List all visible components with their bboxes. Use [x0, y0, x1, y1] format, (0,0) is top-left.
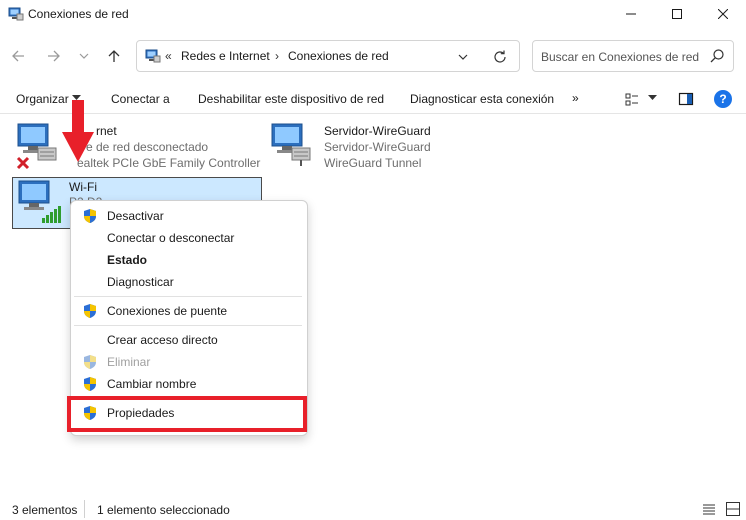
- connection-name: Servidor-WireGuard: [324, 124, 431, 138]
- menu-item-diagnosticar[interactable]: Diagnosticar: [74, 271, 302, 293]
- highlight-annotation: [67, 396, 307, 432]
- breadcrumb-overflow[interactable]: «: [165, 49, 172, 63]
- disconnected-x-icon: [16, 156, 30, 170]
- recent-locations-button[interactable]: [72, 44, 96, 68]
- disable-device-button[interactable]: Deshabilitar este dispositivo de red: [198, 92, 384, 106]
- preview-pane-icon[interactable]: [678, 91, 694, 107]
- breadcrumb-separator[interactable]: ›: [275, 49, 279, 63]
- connection-status: Servidor-WireGuard: [324, 140, 431, 154]
- menu-item-cambiar-nombre[interactable]: Cambiar nombre: [74, 373, 302, 395]
- status-divider: [84, 500, 85, 518]
- connection-adapter: WireGuard Tunnel: [324, 156, 422, 170]
- selection-count: 1 elemento seleccionado: [97, 503, 230, 517]
- item-count: 3 elementos: [12, 503, 78, 517]
- title-bar: Conexiones de red: [0, 0, 746, 28]
- arrow-up-icon: [108, 50, 120, 62]
- chevron-down-icon[interactable]: [455, 49, 471, 65]
- minimize-icon: [626, 13, 636, 15]
- close-button[interactable]: [700, 0, 746, 28]
- menu-item-label: Cambiar nombre: [107, 377, 197, 391]
- window-title: Conexiones de red: [28, 7, 129, 21]
- uac-shield-icon: [84, 377, 96, 391]
- diagnose-connection-button[interactable]: Diagnosticar esta conexión: [410, 92, 554, 106]
- refresh-icon[interactable]: [491, 48, 509, 66]
- breadcrumb-redes-internet[interactable]: Redes e Internet: [181, 49, 270, 63]
- network-folder-icon: [145, 49, 161, 63]
- command-bar: Organizar Conectar a Deshabilitar este d…: [0, 84, 746, 114]
- network-computer-icon: [271, 123, 311, 166]
- back-button[interactable]: [6, 44, 30, 68]
- menu-item-label: Conexiones de puente: [107, 304, 228, 318]
- menu-item-label: Crear acceso directo: [107, 333, 218, 347]
- uac-shield-icon: [84, 355, 96, 369]
- signal-bars-icon: [42, 206, 61, 223]
- connection-name: Wi-Fi: [69, 180, 97, 194]
- more-commands-button[interactable]: »: [572, 91, 579, 105]
- menu-item-label: Conectar o desconectar: [107, 231, 235, 245]
- connect-to-button[interactable]: Conectar a: [111, 92, 170, 106]
- connection-status: e de red desconectado: [86, 140, 209, 154]
- menu-item-conectar-desconectar[interactable]: Conectar o desconectar: [74, 227, 302, 249]
- arrow-right-icon: [48, 50, 60, 62]
- red-arrow-annotation: [62, 100, 94, 162]
- maximize-button[interactable]: [654, 0, 700, 28]
- uac-shield-icon: [84, 209, 96, 223]
- menu-item-estado[interactable]: Estado: [74, 249, 302, 271]
- maximize-icon: [672, 9, 682, 19]
- menu-item-crear-acceso-directo[interactable]: Crear acceso directo: [74, 329, 302, 351]
- organize-button[interactable]: Organizar: [16, 92, 69, 106]
- connection-ethernet[interactable]: rnet e de red desconectado ealtek PCIe G…: [14, 122, 274, 172]
- help-icon[interactable]: ?: [714, 90, 732, 108]
- menu-item-eliminar: Eliminar: [74, 351, 302, 373]
- chevron-down-icon: [79, 53, 89, 59]
- details-view-icon[interactable]: [702, 502, 716, 516]
- close-icon: [718, 9, 728, 19]
- menu-item-label: Desactivar: [107, 209, 164, 223]
- network-folder-icon: [8, 7, 24, 21]
- menu-separator: [74, 325, 302, 326]
- address-bar[interactable]: « Redes e Internet › Conexiones de red: [136, 40, 520, 72]
- arrow-left-icon: [12, 50, 24, 62]
- connection-name: rnet: [96, 124, 117, 138]
- search-icon[interactable]: [709, 48, 725, 64]
- menu-item-conexiones-puente[interactable]: Conexiones de puente: [74, 300, 302, 322]
- forward-button[interactable]: [42, 44, 66, 68]
- search-box[interactable]: [532, 40, 734, 72]
- up-button[interactable]: [102, 44, 126, 68]
- uac-shield-icon: [84, 304, 96, 318]
- menu-item-desactivar[interactable]: Desactivar: [74, 205, 302, 227]
- menu-separator: [74, 296, 302, 297]
- menu-item-label: Diagnosticar: [107, 275, 174, 289]
- minimize-button[interactable]: [608, 0, 654, 28]
- caret-down-icon[interactable]: [648, 95, 657, 101]
- breadcrumb-conexiones-red[interactable]: Conexiones de red: [288, 49, 389, 63]
- menu-item-label: Eliminar: [107, 355, 151, 369]
- connection-adapter: ealtek PCIe GbE Family Controller: [77, 156, 261, 170]
- menu-item-label: Estado: [107, 253, 148, 267]
- tiles-view-icon[interactable]: [726, 502, 740, 516]
- search-input[interactable]: [541, 48, 701, 66]
- view-options-icon[interactable]: [624, 91, 640, 107]
- connection-wireguard[interactable]: Servidor-WireGuard Servidor-WireGuard Wi…: [270, 122, 470, 172]
